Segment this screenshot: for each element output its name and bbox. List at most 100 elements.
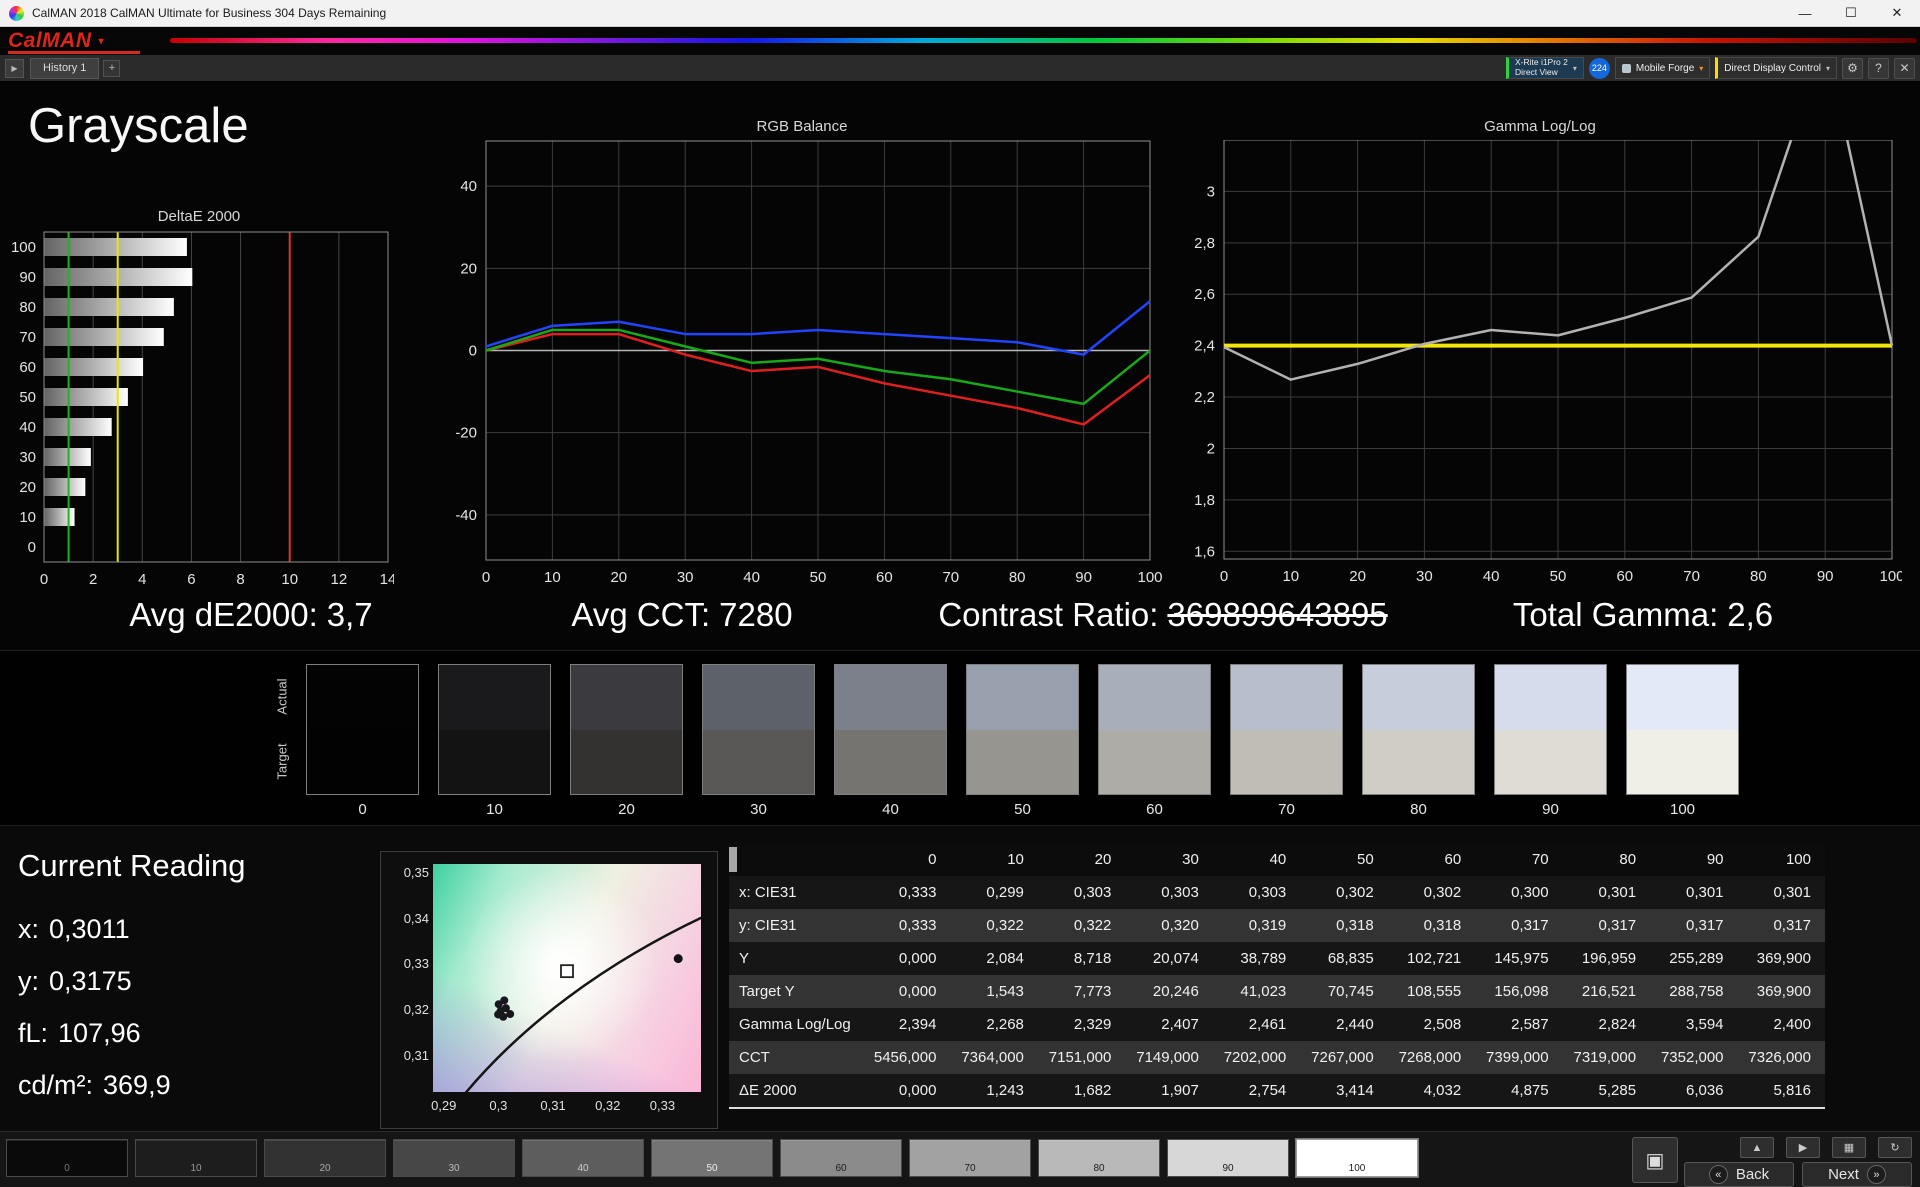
add-tab-button[interactable]: + bbox=[103, 59, 121, 77]
table-row-label: Target Y bbox=[739, 983, 795, 1000]
table-cell: 0,301 bbox=[1773, 884, 1811, 901]
tick-label: 14 bbox=[380, 571, 394, 588]
level-button-20[interactable]: 20 bbox=[264, 1139, 386, 1177]
source-select-button[interactable]: Mobile Forge ▾ bbox=[1614, 57, 1711, 79]
reading-cdm2: cd/m²: 369,9 bbox=[18, 1070, 171, 1100]
level-button-100[interactable]: 100 bbox=[1296, 1139, 1418, 1177]
table-row-label: y: CIE31 bbox=[739, 917, 797, 934]
table-cell: 156,098 bbox=[1494, 983, 1549, 1000]
tick-label: 0 bbox=[469, 343, 477, 360]
table-cell: 0,301 bbox=[1598, 884, 1637, 901]
back-button[interactable]: « Back bbox=[1684, 1162, 1794, 1187]
swatch-target bbox=[835, 730, 946, 794]
table-cell: 2,587 bbox=[1511, 1016, 1549, 1033]
level-button-30[interactable]: 30 bbox=[393, 1139, 515, 1177]
tick-label: 20 bbox=[460, 260, 477, 277]
table-cell: 1,907 bbox=[1161, 1082, 1199, 1099]
table-cell: 0,317 bbox=[1511, 917, 1549, 934]
table-cell: 369,900 bbox=[1756, 983, 1811, 1000]
tick-label: 10 bbox=[19, 509, 36, 526]
next-chevron-icon: » bbox=[1866, 1165, 1886, 1184]
table-column-header: 0 bbox=[928, 851, 937, 868]
eject-button[interactable]: ▲ bbox=[1740, 1137, 1774, 1158]
swatch-actual bbox=[1627, 665, 1738, 730]
refresh-button[interactable]: ↻ bbox=[1878, 1137, 1912, 1158]
table-cell: 0,322 bbox=[986, 917, 1024, 934]
contrast-ratio-readout: Contrast Ratio: 369899643895 bbox=[938, 596, 1387, 634]
swatch-target bbox=[1231, 730, 1342, 794]
tab-history-1[interactable]: History 1 bbox=[30, 57, 100, 79]
cie-chart: 0,35 0,34 0,33 0,32 0,31 0,29 0,3 0,31 0,32 0,33 bbox=[380, 851, 718, 1129]
deltae-bar bbox=[44, 238, 187, 256]
stop-display-button[interactable]: ▣ bbox=[1632, 1137, 1678, 1183]
level-button-80[interactable]: 80 bbox=[1038, 1139, 1160, 1177]
tick-label: 60 bbox=[1616, 568, 1633, 585]
table-column-header: 40 bbox=[1269, 851, 1287, 868]
table-column-header: 30 bbox=[1182, 851, 1199, 868]
rgb-chart-svg: 0 10 20 30 40 50 60 70 80 90 100 40 20 0 -20 -40 bbox=[455, 140, 1163, 586]
tick-label: 2,6 bbox=[1194, 286, 1215, 303]
table-row: ΔE 2000 0,000 1,243 1,682 1,907 2,754 3,414 4,0… bbox=[729, 1074, 1825, 1107]
chevron-down-icon: ▾ bbox=[1572, 63, 1577, 73]
swatch-label: 60 bbox=[1146, 801, 1163, 818]
display-stop-icon: ▣ bbox=[1645, 1149, 1665, 1172]
tick-label: 90 bbox=[19, 269, 36, 286]
display-control-button[interactable]: Direct Display Control ▾ bbox=[1715, 57, 1837, 79]
table-cell: 2,440 bbox=[1336, 1016, 1374, 1033]
level-button-70[interactable]: 70 bbox=[909, 1139, 1031, 1177]
meter-count-badge[interactable]: 224 bbox=[1588, 57, 1610, 79]
table-cell: 0,333 bbox=[898, 917, 937, 934]
tick-label: 1,8 bbox=[1194, 492, 1215, 509]
table-cell: 41,023 bbox=[1240, 983, 1287, 1000]
total-gamma-readout: Total Gamma: 2,6 bbox=[1513, 596, 1773, 634]
level-button-40[interactable]: 40 bbox=[522, 1139, 644, 1177]
calman-logo-menu[interactable]: CalMAN ▾ bbox=[8, 27, 140, 55]
tick-label: 50 bbox=[19, 389, 36, 406]
close-button[interactable]: ✕ bbox=[1874, 0, 1920, 26]
help-button[interactable]: ? bbox=[1868, 57, 1889, 79]
table-cell: 2,084 bbox=[986, 950, 1024, 967]
deltae-bar bbox=[44, 388, 128, 406]
save-button[interactable]: ▦ bbox=[1832, 1137, 1866, 1158]
swatch-label: 80 bbox=[1410, 801, 1427, 818]
grayscale-swatch-20: 20 bbox=[570, 664, 683, 818]
level-button-90[interactable]: 90 bbox=[1167, 1139, 1289, 1177]
table-cell: 0,300 bbox=[1511, 884, 1549, 901]
settings-button[interactable]: ⚙ bbox=[1842, 57, 1863, 79]
swatch-label: 0 bbox=[358, 801, 367, 818]
swatch-actual bbox=[703, 665, 814, 730]
minimize-button[interactable]: — bbox=[1782, 0, 1828, 26]
grayscale-swatch-80: 80 bbox=[1362, 664, 1475, 818]
calman-logo-text: CalMAN bbox=[8, 29, 92, 52]
tick-label: 100 bbox=[11, 239, 36, 256]
tick-label: 70 bbox=[942, 569, 959, 586]
total-gamma-value: 2,6 bbox=[1727, 596, 1774, 633]
maximize-button[interactable]: ☐ bbox=[1828, 0, 1874, 26]
actual-row-label: Actual bbox=[274, 678, 290, 715]
next-button[interactable]: Next » bbox=[1802, 1162, 1912, 1187]
contrast-ratio-value: 369899643895 bbox=[1167, 596, 1388, 633]
close-panel-button[interactable]: ✕ bbox=[1894, 57, 1915, 79]
level-button-50[interactable]: 50 bbox=[651, 1139, 773, 1177]
play-button[interactable]: ▶ bbox=[1786, 1137, 1820, 1158]
reading-y: y: 0,3175 bbox=[18, 966, 132, 996]
meter-select-button[interactable]: X-Rite i1Pro 2 Direct View ▾ bbox=[1505, 57, 1584, 79]
table-column-header: 80 bbox=[1619, 851, 1637, 868]
table-cell: 70,745 bbox=[1327, 983, 1374, 1000]
level-button-0[interactable]: 0 bbox=[6, 1139, 128, 1177]
table-cell: 7149,000 bbox=[1136, 1049, 1199, 1066]
expand-history-button[interactable]: ▶ bbox=[5, 58, 24, 78]
tick-label: 80 bbox=[1750, 568, 1767, 585]
table-cell: 0,000 bbox=[898, 950, 937, 967]
grayscale-swatch-90: 90 bbox=[1494, 664, 1607, 818]
tick-label: 10 bbox=[1282, 568, 1299, 585]
level-button-10[interactable]: 10 bbox=[135, 1139, 257, 1177]
table-header-row: 0 10 20 30 40 50 60 70 80 90 100 bbox=[729, 843, 1825, 876]
table-cell: 145,975 bbox=[1494, 950, 1549, 967]
level-button-60[interactable]: 60 bbox=[780, 1139, 902, 1177]
transport-controls: ▣ ▲ ▶ ▦ ↻ « Back Next » bbox=[1632, 1137, 1912, 1187]
grayscale-swatch-70: 70 bbox=[1230, 664, 1343, 818]
grayscale-swatch-50: 50 bbox=[966, 664, 1079, 818]
swatch-label: 70 bbox=[1278, 801, 1295, 818]
table-cell: 0,318 bbox=[1423, 917, 1462, 934]
